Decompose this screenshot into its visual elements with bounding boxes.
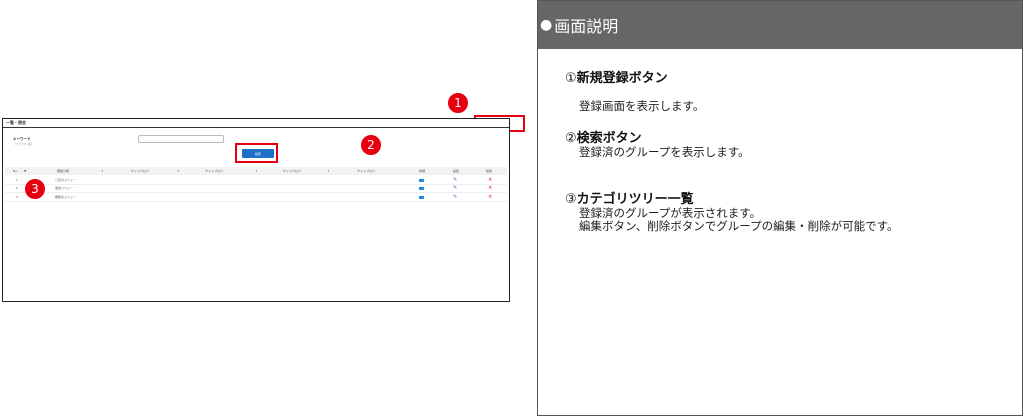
callout-badge-2: 2 — [360, 134, 382, 156]
col-prop-4[interactable]: サイトプロパ — [357, 169, 375, 173]
section-title: ③カテゴリツリー一覧 — [565, 192, 694, 207]
callout-badge-1: 1 — [447, 92, 469, 114]
keyword-input[interactable] — [138, 135, 224, 143]
col-delete: 削除 — [486, 169, 493, 173]
bullet-icon: ● — [540, 17, 553, 33]
edit-pencil-icon[interactable]: ✎ — [453, 194, 457, 200]
section-category-tree: ③カテゴリツリー一覧 登録済のグループが表示されます。 編集ボタン、削除ボタンで… — [565, 188, 898, 233]
row-no: 3 — [16, 195, 18, 199]
row-no: 2 — [16, 186, 18, 190]
col-sort[interactable]: ▼ — [24, 169, 26, 173]
delete-x-icon[interactable]: × — [488, 177, 492, 183]
table-row: 3 機能系メニュー ✎ × — [5, 194, 507, 202]
col-category[interactable]: 機能分類 — [57, 169, 69, 173]
highlight-search-button — [235, 143, 278, 163]
screen-title: 一覧・照会 — [6, 120, 26, 125]
description-panel: ● 画面説明 ①新規登録ボタン 登録画面を表示します。 ②検索ボタン 登録済のグ… — [537, 0, 1023, 416]
book-icon[interactable] — [419, 196, 424, 199]
col-detail: 詳細 — [419, 169, 426, 173]
table-row: 1 ご協力メニュー ✎ × — [5, 177, 507, 185]
book-icon[interactable] — [419, 187, 424, 190]
delete-x-icon[interactable]: × — [488, 194, 492, 200]
row-name: 運営メニュー — [55, 186, 74, 190]
section-new-button: ①新規登録ボタン 登録画面を表示します。 — [565, 67, 704, 113]
section-title: ①新規登録ボタン — [565, 71, 668, 86]
list-screen-mock: 一覧・照会 キーワード （カテゴリ名） 検索 No ▼ 機能分類 ↕ サイトプロ… — [2, 118, 510, 302]
col-sort[interactable]: ↕ — [327, 169, 330, 173]
row-name: 機能系メニュー — [55, 195, 77, 199]
col-sort[interactable]: ↕ — [255, 169, 258, 173]
section-text: 登録済のグループを表示します。 — [579, 145, 750, 159]
edit-pencil-icon[interactable]: ✎ — [453, 185, 457, 191]
row-name: ご協力メニュー — [55, 178, 77, 182]
col-sort[interactable]: ↕ — [177, 169, 180, 173]
section-text: 登録画面を表示します。 — [579, 99, 705, 113]
panel-title: 画面説明 — [554, 17, 619, 36]
delete-x-icon[interactable]: × — [488, 185, 492, 191]
col-no[interactable]: No — [13, 169, 17, 173]
title-divider — [3, 127, 509, 128]
section-search-button: ②検索ボタン 登録済のグループを表示します。 — [565, 127, 750, 159]
book-icon[interactable] — [419, 179, 424, 182]
col-prop-3[interactable]: サイトプロパ — [283, 169, 301, 173]
table-row: 2 運営メニュー ✎ × — [5, 185, 507, 193]
section-text: 編集ボタン、削除ボタンでグループの編集・削除が可能です。 — [579, 219, 899, 233]
panel-header: ● 画面説明 — [538, 1, 1022, 49]
edit-pencil-icon[interactable]: ✎ — [453, 177, 457, 183]
table-header: No ▼ 機能分類 ↕ サイトプロパ ↕ サイトプロパ ↕ サイトプロパ ↕ サ… — [5, 167, 507, 175]
row-no: 1 — [16, 178, 18, 182]
callout-badge-3: 3 — [24, 178, 46, 200]
col-prop-2[interactable]: サイトプロパ — [205, 169, 223, 173]
section-title: ②検索ボタン — [565, 131, 642, 146]
keyword-sublabel: （カテゴリ名） — [13, 142, 35, 146]
col-sort[interactable]: ↕ — [101, 169, 104, 173]
col-edit: 編集 — [453, 169, 460, 173]
col-prop-1[interactable]: サイトプロパ — [131, 169, 149, 173]
